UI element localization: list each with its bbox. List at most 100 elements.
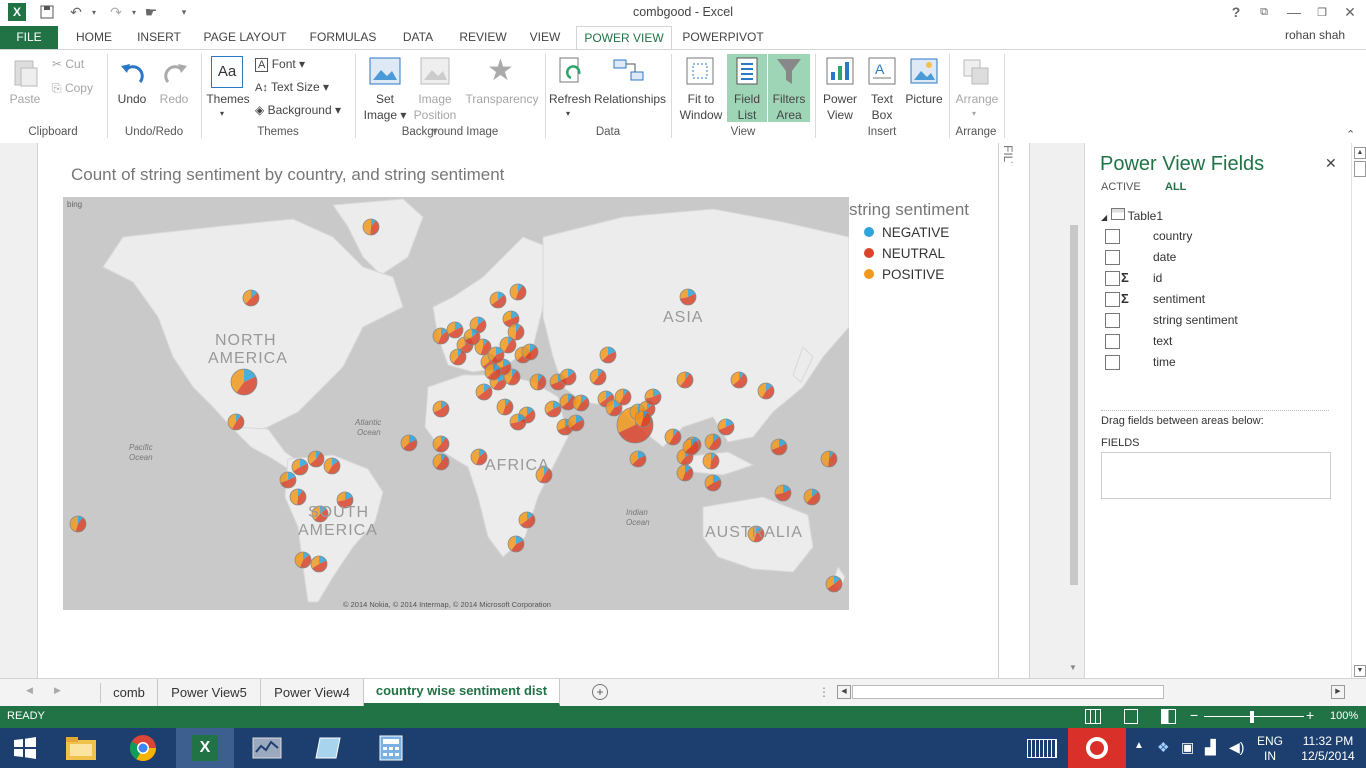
zoom-out-icon[interactable]: − xyxy=(1190,707,1198,723)
close-icon[interactable]: ✕ xyxy=(1340,3,1360,21)
report-title[interactable]: Count of string sentiment by country, an… xyxy=(71,165,504,185)
tab-splitter-icon[interactable]: ⋮ xyxy=(818,685,830,699)
field-item-time[interactable]: time xyxy=(1153,355,1176,369)
field-item-date[interactable]: date xyxy=(1153,250,1176,264)
pie-marker[interactable] xyxy=(529,373,547,391)
pie-marker[interactable] xyxy=(567,414,585,432)
zoom-level[interactable]: 100% xyxy=(1330,710,1358,722)
pie-marker[interactable] xyxy=(757,382,775,400)
notes-app-icon[interactable] xyxy=(300,728,358,768)
pie-marker[interactable] xyxy=(770,438,788,456)
pie-marker[interactable] xyxy=(463,328,481,346)
language-indicator[interactable]: ENG IN xyxy=(1257,734,1283,764)
calculator-icon[interactable] xyxy=(362,728,420,768)
refresh-button[interactable]: Refresh xyxy=(548,91,592,107)
pie-marker[interactable] xyxy=(572,394,590,412)
field-checkbox-country[interactable] xyxy=(1105,229,1120,244)
undo-button[interactable]: Undo xyxy=(114,91,150,107)
field-item-string-sentiment[interactable]: string sentiment xyxy=(1153,313,1238,327)
fields-pane-close-icon[interactable]: ✕ xyxy=(1325,155,1337,172)
map-visualization[interactable]: bing NORTH AMERICA ASIA AFRICA SOUTH AME… xyxy=(63,197,849,610)
normal-view-icon[interactable] xyxy=(1085,709,1101,724)
pie-marker[interactable] xyxy=(825,575,843,593)
transparency-button[interactable]: Transparency xyxy=(464,91,540,107)
pie-marker[interactable] xyxy=(717,418,735,436)
field-checkbox-date[interactable] xyxy=(1105,250,1120,265)
sheet-tab-power-view4[interactable]: Power View4 xyxy=(261,679,364,706)
tab-data[interactable]: DATA xyxy=(392,26,444,49)
paste-button[interactable]: Paste xyxy=(6,91,44,107)
pie-marker[interactable] xyxy=(242,289,260,307)
pie-marker[interactable] xyxy=(362,218,380,236)
pie-marker[interactable] xyxy=(323,457,341,475)
pie-marker[interactable] xyxy=(69,515,87,533)
pie-marker[interactable] xyxy=(432,435,450,453)
volume-tray-icon[interactable]: ◀) xyxy=(1229,739,1244,756)
pie-marker[interactable] xyxy=(634,410,652,428)
pie-marker[interactable] xyxy=(475,383,493,401)
pie-marker[interactable] xyxy=(291,458,309,476)
pie-marker[interactable] xyxy=(279,471,297,489)
arrange-button[interactable]: Arrange xyxy=(952,91,1002,107)
fields-drop-area[interactable] xyxy=(1101,452,1331,499)
clock[interactable]: 11:32 PM 12/5/2014 xyxy=(1300,734,1356,764)
pie-marker[interactable] xyxy=(521,343,539,361)
sheet-tab-power-view5[interactable]: Power View5 xyxy=(158,679,261,706)
field-list-button[interactable]: Field List xyxy=(727,91,767,123)
pie-marker[interactable] xyxy=(544,400,562,418)
pie-marker[interactable] xyxy=(310,555,328,573)
tab-active-fields[interactable]: ACTIVE xyxy=(1101,181,1141,193)
pane-scroll-up-icon[interactable]: ▲ xyxy=(1354,147,1366,159)
add-sheet-icon[interactable]: + xyxy=(592,684,608,700)
field-item-text[interactable]: text xyxy=(1153,334,1172,348)
zoom-in-icon[interactable]: + xyxy=(1306,707,1314,723)
minimize-icon[interactable]: — xyxy=(1284,3,1304,21)
pie-marker[interactable] xyxy=(499,336,517,354)
text-box-button[interactable]: Text Box xyxy=(862,91,902,123)
pie-marker[interactable] xyxy=(446,321,464,339)
pie-marker[interactable] xyxy=(294,551,312,569)
pie-marker[interactable] xyxy=(682,438,700,456)
picture-button[interactable]: Picture xyxy=(902,91,946,107)
hscroll-thumb[interactable] xyxy=(852,685,1164,699)
pie-marker[interactable] xyxy=(307,450,325,468)
show-hidden-icons[interactable]: ▲ xyxy=(1134,740,1144,751)
filters-strip[interactable]: FILTERS xyxy=(999,143,1030,678)
pie-marker[interactable] xyxy=(704,433,722,451)
tab-home[interactable]: HOME xyxy=(66,26,122,49)
pie-marker[interactable] xyxy=(676,464,694,482)
field-checkbox-time[interactable] xyxy=(1105,355,1120,370)
pie-marker[interactable] xyxy=(432,400,450,418)
pie-marker[interactable] xyxy=(432,453,450,471)
field-checkbox-string-sentiment[interactable] xyxy=(1105,313,1120,328)
pane-scroll-down-icon[interactable]: ▼ xyxy=(1354,665,1366,677)
scroll-down-icon[interactable]: ▼ xyxy=(1069,663,1077,672)
pie-marker[interactable] xyxy=(509,413,527,431)
pie-marker[interactable] xyxy=(484,363,502,381)
page-layout-view-icon[interactable] xyxy=(1124,709,1138,724)
fit-to-window-button[interactable]: Fit to Window xyxy=(676,91,726,123)
tab-page-layout[interactable]: PAGE LAYOUT xyxy=(196,26,294,49)
pie-marker[interactable] xyxy=(704,474,722,492)
hscroll-left-icon[interactable]: ◀ xyxy=(837,685,851,699)
pie-marker[interactable] xyxy=(774,484,792,502)
themes-button[interactable]: Themes xyxy=(204,91,252,107)
pie-marker[interactable] xyxy=(507,535,525,553)
pie-marker[interactable] xyxy=(589,368,607,386)
antivirus-tray-icon[interactable] xyxy=(1068,728,1126,768)
touch-keyboard-icon[interactable] xyxy=(1027,739,1057,758)
refresh-dropdown-icon[interactable]: ▾ xyxy=(566,106,570,122)
legend-item-neutral[interactable]: NEUTRAL xyxy=(864,246,945,261)
relationships-button[interactable]: Relationships xyxy=(594,91,666,107)
pie-marker[interactable] xyxy=(449,348,467,366)
pie-marker[interactable] xyxy=(803,488,821,506)
hscroll-right-icon[interactable]: ▶ xyxy=(1331,685,1345,699)
redo-button[interactable]: Redo xyxy=(156,91,192,107)
pie-marker[interactable] xyxy=(629,450,647,468)
sheet-tab-country-wise[interactable]: country wise sentiment dist xyxy=(364,679,560,706)
help-icon[interactable]: ? xyxy=(1226,3,1246,21)
prev-sheet-icon[interactable]: ◀ xyxy=(26,685,33,696)
pie-marker[interactable] xyxy=(509,283,527,301)
dropbox-tray-icon[interactable]: ❖ xyxy=(1157,739,1170,756)
restore-icon[interactable]: ❐ xyxy=(1312,3,1332,21)
